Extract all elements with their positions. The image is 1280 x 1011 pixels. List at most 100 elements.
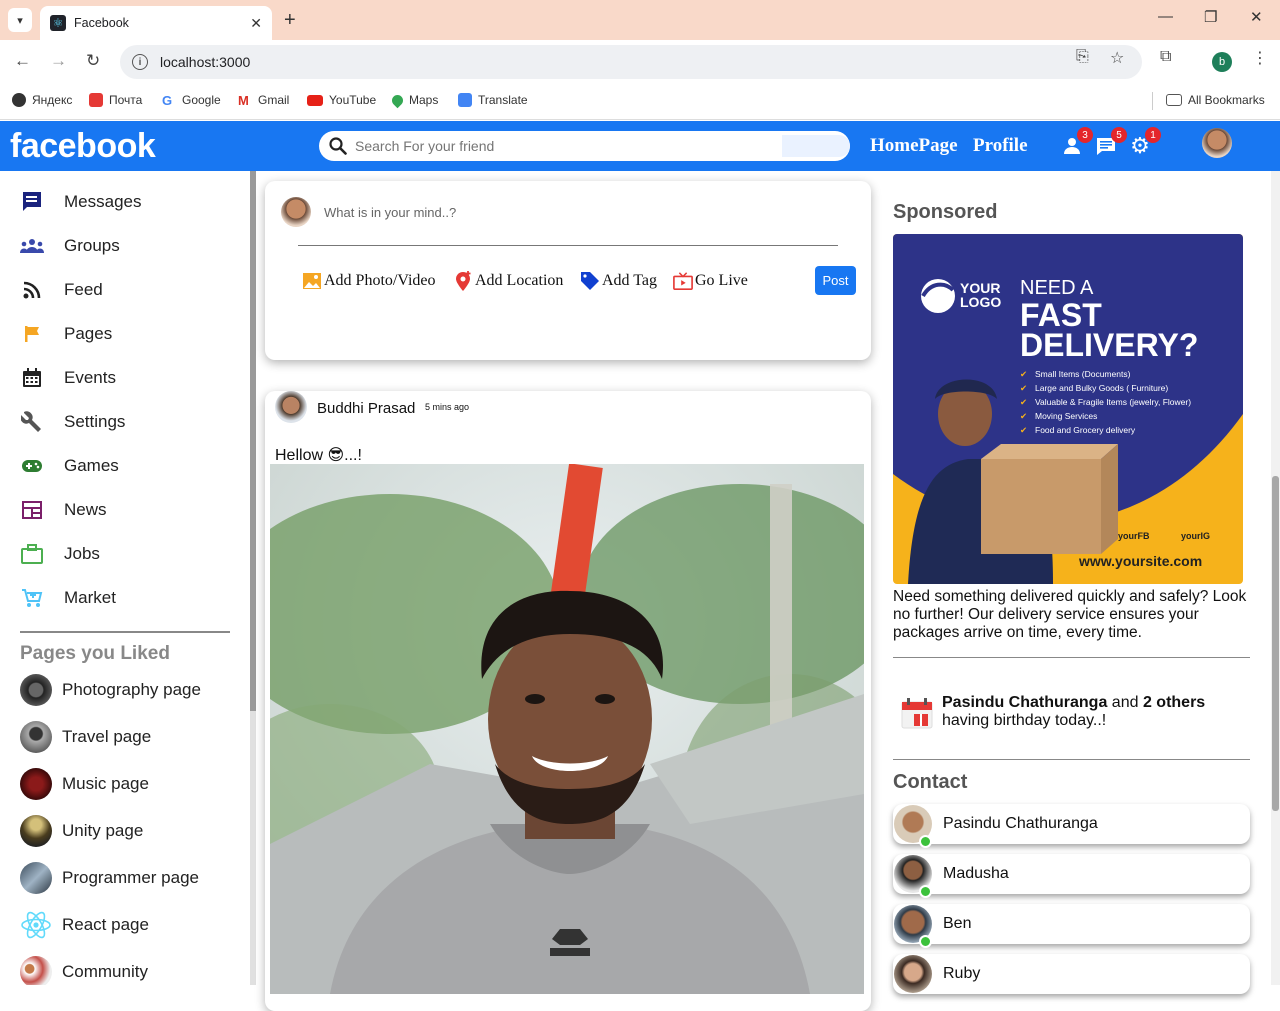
ad-bullet-3: Valuable & Fragile Items (jewelry, Flowe… — [1035, 397, 1191, 407]
bookmark-google[interactable]: G Google — [162, 93, 221, 108]
post-button[interactable]: Post — [815, 266, 856, 295]
groups-icon — [20, 234, 44, 258]
sidebar-item-settings[interactable]: Settings — [20, 410, 125, 434]
sidebar-item-market[interactable]: Market — [20, 586, 116, 610]
sidebar-item-messages[interactable]: Messages — [20, 190, 141, 214]
profile-avatar[interactable]: b — [1212, 52, 1232, 72]
liked-page-travel[interactable]: Travel page — [20, 721, 151, 753]
tag-icon — [580, 271, 600, 291]
settings-button[interactable]: ⚙ 1 — [1127, 127, 1161, 159]
sidebar-item-events[interactable]: Events — [20, 366, 116, 390]
page-scrollbar-thumb[interactable] — [1272, 476, 1279, 811]
new-tab-button[interactable]: + — [284, 8, 296, 32]
contact-item[interactable]: Madusha — [893, 854, 1250, 898]
sidebar-item-groups[interactable]: Groups — [20, 234, 120, 258]
contact-item[interactable]: Ben — [893, 904, 1250, 948]
youtube-icon — [307, 94, 323, 106]
friend-requests-button[interactable]: 3 — [1059, 127, 1093, 159]
liked-page-photography[interactable]: Photography page — [20, 674, 201, 706]
add-tag-option[interactable]: Add Tag — [580, 271, 657, 291]
search-bar[interactable] — [319, 131, 850, 161]
ad-website: www.yoursite.com — [1078, 553, 1202, 569]
sponsored-ad-image[interactable]: YOUR LOGO NEED A FAST DELIVERY? ✔ Small I… — [893, 234, 1243, 584]
post-author-avatar[interactable] — [275, 391, 307, 423]
ad-headline-3: DELIVERY? — [1020, 327, 1198, 363]
contact-item[interactable]: Ruby — [893, 954, 1250, 994]
url-text: localhost:3000 — [160, 54, 251, 70]
minimize-icon[interactable]: — — [1158, 8, 1173, 25]
sidebar-scrollbar-thumb[interactable] — [250, 171, 256, 711]
browser-tab[interactable]: ⚛ Facebook ✕ — [40, 6, 272, 40]
ad-bullet-2: Large and Bulky Goods ( Furniture) — [1035, 383, 1168, 393]
homepage-link[interactable]: HomePage — [870, 135, 958, 157]
address-bar[interactable]: i localhost:3000 — [120, 45, 1142, 79]
bookmark-star-icon[interactable]: ☆ — [1110, 48, 1124, 68]
birthday-others[interactable]: 2 others — [1143, 694, 1205, 711]
add-location-option[interactable]: Add Location — [453, 271, 563, 291]
share-card: What is in your mind..? Add Photo/Video … — [265, 181, 871, 360]
svg-text:✔: ✔ — [1020, 411, 1027, 421]
forward-icon[interactable]: → — [50, 51, 67, 71]
sidebar-item-pages[interactable]: Pages — [20, 322, 112, 346]
messages-button[interactable]: 5 — [1093, 127, 1127, 159]
bookmark-maps[interactable]: Maps — [389, 92, 438, 108]
share-input[interactable]: What is in your mind..? — [324, 205, 456, 220]
liked-page-community[interactable]: Community — [20, 956, 148, 985]
facebook-logo[interactable]: facebook — [10, 127, 156, 166]
add-photo-video-option[interactable]: Add Photo/Video — [302, 271, 435, 291]
react-logo-icon — [20, 909, 52, 941]
post-photo[interactable] — [270, 464, 864, 994]
bookmark-translate[interactable]: Translate — [458, 93, 528, 107]
search-input[interactable] — [355, 138, 775, 154]
page-scrollbar[interactable] — [1271, 171, 1280, 985]
all-bookmarks[interactable]: All Bookmarks — [1166, 93, 1265, 107]
browser-menu-icon[interactable]: ⋮ — [1252, 48, 1268, 68]
bookmark-yandex[interactable]: Яндекс — [12, 93, 72, 107]
pages-liked-heading: Pages you Liked — [20, 643, 170, 664]
sidebar-scrollbar[interactable] — [250, 171, 256, 985]
app-header: facebook HomePage Profile 3 5 ⚙ 1 — [0, 121, 1280, 171]
user-avatar[interactable] — [1202, 128, 1232, 158]
post-caption: Hellow 😎...! — [275, 447, 362, 464]
unity-page-avatar — [20, 815, 52, 847]
bookmark-gmail[interactable]: M Gmail — [238, 93, 289, 108]
contact-avatar — [894, 855, 932, 898]
profile-link[interactable]: Profile — [973, 135, 1028, 157]
liked-page-programmer[interactable]: Programmer page — [20, 862, 199, 894]
close-tab-icon[interactable]: ✕ — [250, 15, 262, 32]
back-icon[interactable]: ← — [14, 51, 31, 71]
install-app-icon[interactable]: ⎘ — [1076, 48, 1089, 66]
liked-page-react[interactable]: React page — [20, 909, 149, 941]
bookmarks-bar: Яндекс Почта G Google M Gmail YouTube Maps… — [0, 84, 1280, 120]
extensions-icon[interactable]: ⧉ — [1160, 48, 1171, 66]
ad-bullet-5: Food and Grocery delivery — [1035, 425, 1136, 435]
svg-text:✔: ✔ — [1020, 425, 1027, 435]
liked-page-unity[interactable]: Unity page — [20, 815, 143, 847]
birthday-person[interactable]: Pasindu Chathuranga — [942, 694, 1107, 711]
restore-icon[interactable]: ❐ — [1204, 8, 1217, 26]
sidebar-item-jobs[interactable]: Jobs — [20, 542, 100, 566]
sidebar-item-news[interactable]: News — [20, 498, 107, 522]
programmer-page-avatar — [20, 862, 52, 894]
bookmark-youtube[interactable]: YouTube — [307, 93, 376, 107]
tab-search-button[interactable]: ▾ — [8, 8, 32, 32]
sidebar-item-feed[interactable]: Feed — [20, 278, 103, 302]
svg-text:✔: ✔ — [1020, 369, 1027, 379]
yandex-icon — [12, 93, 26, 107]
close-window-icon[interactable]: ✕ — [1250, 8, 1263, 26]
google-icon: G — [162, 93, 173, 108]
sidebar-item-games[interactable]: Games — [20, 454, 119, 478]
reload-icon[interactable]: ↻ — [86, 51, 100, 71]
site-info-icon[interactable]: i — [132, 54, 148, 70]
liked-page-music[interactable]: Music page — [20, 768, 149, 800]
post-author-name[interactable]: Buddhi Prasad — [317, 400, 415, 417]
go-live-option[interactable]: Go Live — [673, 271, 748, 291]
bookmark-pochta[interactable]: Почта — [89, 93, 142, 107]
live-tv-icon — [673, 271, 693, 291]
tab-title: Facebook — [74, 16, 129, 30]
contact-item[interactable]: Pasindu Chathuranga — [893, 804, 1250, 848]
contact-avatar — [894, 905, 932, 948]
friend-requests-badge: 3 — [1077, 127, 1093, 143]
svg-text:✔: ✔ — [1020, 383, 1027, 393]
search-icon — [329, 137, 347, 155]
